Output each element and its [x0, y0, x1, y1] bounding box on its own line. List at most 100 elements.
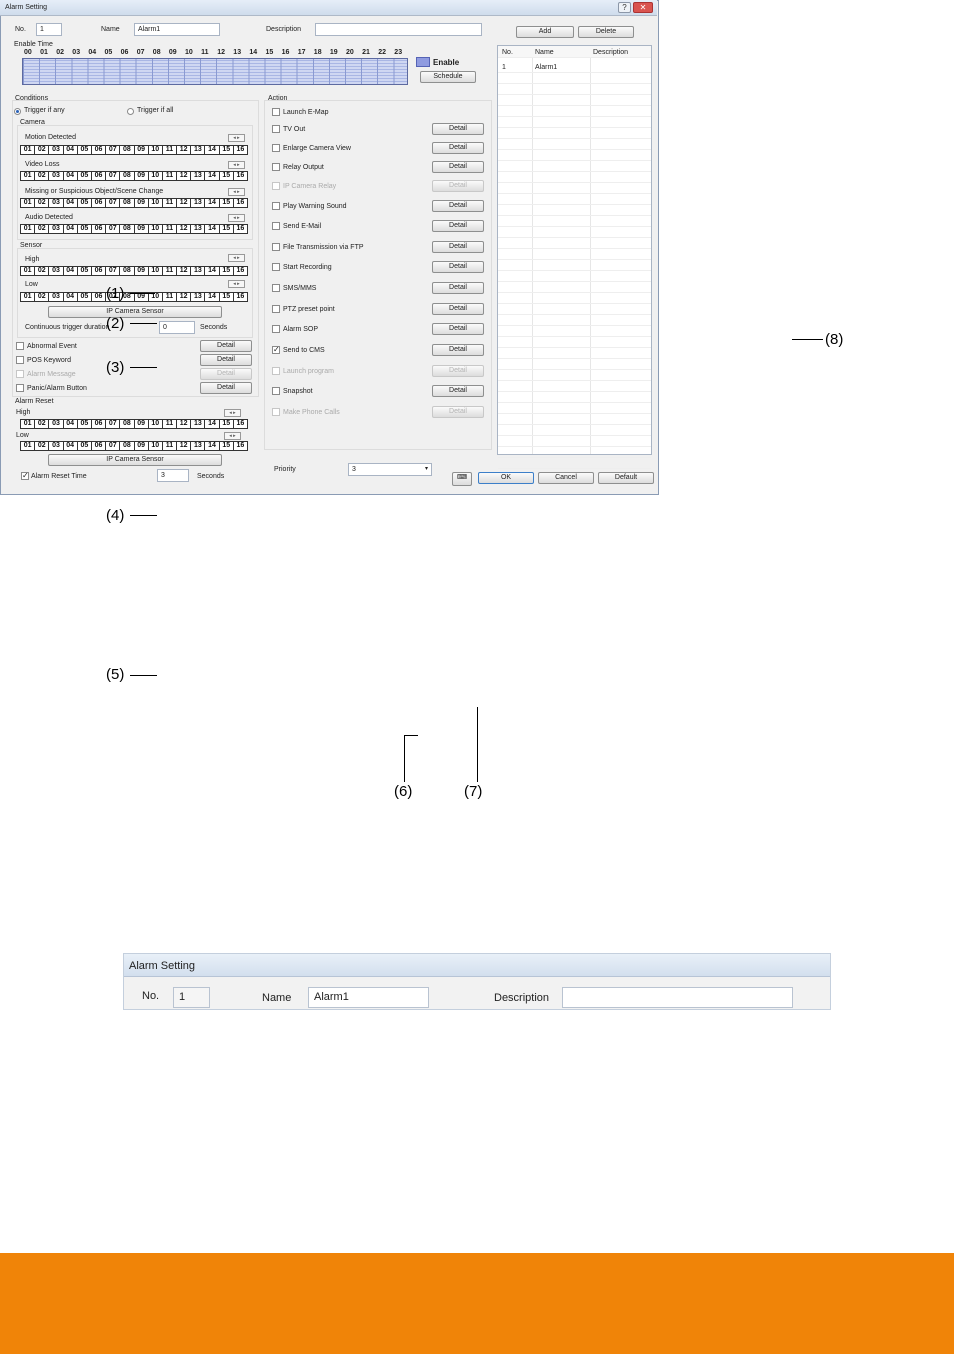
action-detail-button[interactable]: Detail [432, 406, 484, 418]
channel-cell[interactable]: 02 [35, 225, 50, 233]
channel-cell[interactable]: 03 [49, 267, 64, 275]
action-row[interactable]: Enlarge Camera View Detail [264, 141, 492, 155]
channel-cell[interactable]: 04 [64, 225, 78, 233]
action-detail-button[interactable]: Detail [432, 220, 484, 232]
action-checkbox[interactable] [272, 367, 280, 375]
channel-cell[interactable]: 11 [163, 267, 178, 275]
channel-cell[interactable]: 05 [78, 267, 92, 275]
channel-cell[interactable]: 16 [234, 225, 247, 233]
action-row[interactable]: PTZ preset point Detail [264, 302, 492, 316]
channel-cell[interactable]: 14 [205, 172, 220, 180]
channel-cell[interactable]: 01 [21, 267, 36, 275]
keyboard-icon[interactable]: ⌨ [452, 472, 472, 486]
channel-cell[interactable]: 09 [135, 146, 149, 154]
channel-cell[interactable]: 12 [177, 267, 192, 275]
channel-cell[interactable]: 15 [220, 420, 234, 428]
channel-cell[interactable]: 02 [35, 172, 50, 180]
action-checkbox[interactable] [272, 263, 280, 271]
audio-channel-grid[interactable]: 01 02 03 04 05 06 07 08 09 10 11 12 13 14 15 16 [20, 224, 248, 234]
channel-cell[interactable]: 06 [92, 199, 107, 207]
panic-button-checkbox[interactable] [16, 384, 24, 392]
channel-cell[interactable]: 06 [92, 267, 107, 275]
channel-cell[interactable]: 13 [191, 293, 206, 301]
video-loss-channel-grid[interactable]: 01 02 03 04 05 06 07 08 09 10 11 12 13 14 15 16 [20, 171, 248, 181]
channel-cell[interactable]: 10 [149, 225, 163, 233]
channel-cell[interactable]: 08 [120, 199, 135, 207]
channel-cell[interactable]: 07 [106, 172, 121, 180]
channel-cell[interactable]: 04 [64, 146, 78, 154]
action-row[interactable]: Launch E-Map [264, 105, 492, 119]
channel-cell[interactable]: 14 [205, 442, 220, 450]
channel-cell[interactable]: 13 [191, 442, 206, 450]
channel-cell[interactable]: 03 [49, 172, 64, 180]
alarm-reset-time-checkbox[interactable] [21, 471, 29, 480]
reset-high-grid[interactable]: 01 02 03 04 05 06 07 08 09 10 11 12 13 14 15 16 [20, 419, 248, 429]
channel-cell[interactable]: 09 [135, 293, 149, 301]
channel-cell[interactable]: 15 [220, 146, 234, 154]
action-row[interactable]: File Transmission via FTP Detail [264, 240, 492, 254]
channel-cell[interactable]: 11 [163, 442, 178, 450]
channel-cell[interactable]: 09 [135, 172, 149, 180]
channel-cell[interactable]: 12 [177, 293, 192, 301]
channel-cell[interactable]: 14 [205, 199, 220, 207]
channel-cell[interactable]: 16 [234, 267, 247, 275]
abnormal-event-checkbox[interactable] [16, 342, 24, 350]
action-checkbox[interactable] [272, 387, 280, 395]
action-detail-button[interactable]: Detail [432, 142, 484, 154]
channel-cell[interactable]: 10 [149, 146, 163, 154]
channel-cell[interactable]: 01 [21, 442, 36, 450]
action-detail-button[interactable]: Detail [432, 282, 484, 294]
trigger-any-radio[interactable] [14, 108, 21, 115]
channel-cell[interactable]: 01 [21, 293, 36, 301]
channel-cell[interactable]: 01 [21, 420, 36, 428]
ok-button[interactable]: OK [478, 472, 534, 484]
action-checkbox[interactable] [272, 182, 280, 190]
action-row[interactable]: Make Phone Calls Detail [264, 405, 492, 419]
panic-detail-button[interactable]: Detail [200, 382, 252, 394]
channel-cell[interactable]: 15 [220, 267, 234, 275]
channel-cell[interactable]: 03 [49, 420, 64, 428]
channel-cell[interactable]: 14 [205, 267, 220, 275]
channel-cell[interactable]: 13 [191, 172, 206, 180]
close-icon[interactable]: ✕ [633, 2, 653, 13]
channel-cell[interactable]: 03 [49, 146, 64, 154]
action-checkbox[interactable] [272, 163, 280, 171]
channel-cell[interactable]: 06 [92, 146, 107, 154]
channel-cell[interactable]: 11 [163, 293, 178, 301]
add-button[interactable]: Add [516, 26, 574, 38]
channel-cell[interactable]: 02 [35, 146, 50, 154]
no-field[interactable]: 1 [36, 23, 62, 36]
action-detail-button[interactable]: Detail [432, 261, 484, 273]
action-row[interactable]: SMS/MMS Detail [264, 281, 492, 295]
default-button[interactable]: Default [598, 472, 654, 484]
channel-cell[interactable]: 14 [205, 225, 220, 233]
action-checkbox[interactable] [272, 125, 280, 133]
channel-cell[interactable]: 05 [78, 293, 92, 301]
continuous-trigger-field[interactable]: 0 [159, 321, 195, 334]
channel-cell[interactable]: 04 [64, 420, 78, 428]
channel-cell[interactable]: 11 [163, 146, 178, 154]
channel-cell[interactable]: 06 [92, 442, 107, 450]
action-row[interactable]: Send to CMS Detail [264, 343, 492, 357]
delete-button[interactable]: Delete [578, 26, 634, 38]
channel-cell[interactable]: 01 [21, 199, 36, 207]
channel-cell[interactable]: 07 [106, 442, 121, 450]
channel-cell[interactable]: 10 [149, 172, 163, 180]
channel-cell[interactable]: 16 [234, 420, 247, 428]
action-checkbox[interactable] [272, 144, 280, 152]
alarm-message-checkbox[interactable] [16, 370, 24, 378]
channel-cell[interactable]: 04 [64, 172, 78, 180]
action-checkbox[interactable] [272, 345, 280, 354]
channel-cell[interactable]: 03 [49, 225, 64, 233]
action-checkbox[interactable] [272, 305, 280, 313]
action-detail-button[interactable]: Detail [432, 323, 484, 335]
channel-cell[interactable]: 08 [120, 267, 135, 275]
alarm-message-detail-button[interactable]: Detail [200, 368, 252, 380]
abnormal-detail-button[interactable]: Detail [200, 340, 252, 352]
channel-cell[interactable]: 15 [220, 225, 234, 233]
channel-cell[interactable]: 02 [35, 293, 50, 301]
channel-cell[interactable]: 15 [220, 293, 234, 301]
channel-cell[interactable]: 09 [135, 442, 149, 450]
channel-cell[interactable]: 14 [205, 146, 220, 154]
action-row[interactable]: Send E-Mail Detail [264, 219, 492, 233]
